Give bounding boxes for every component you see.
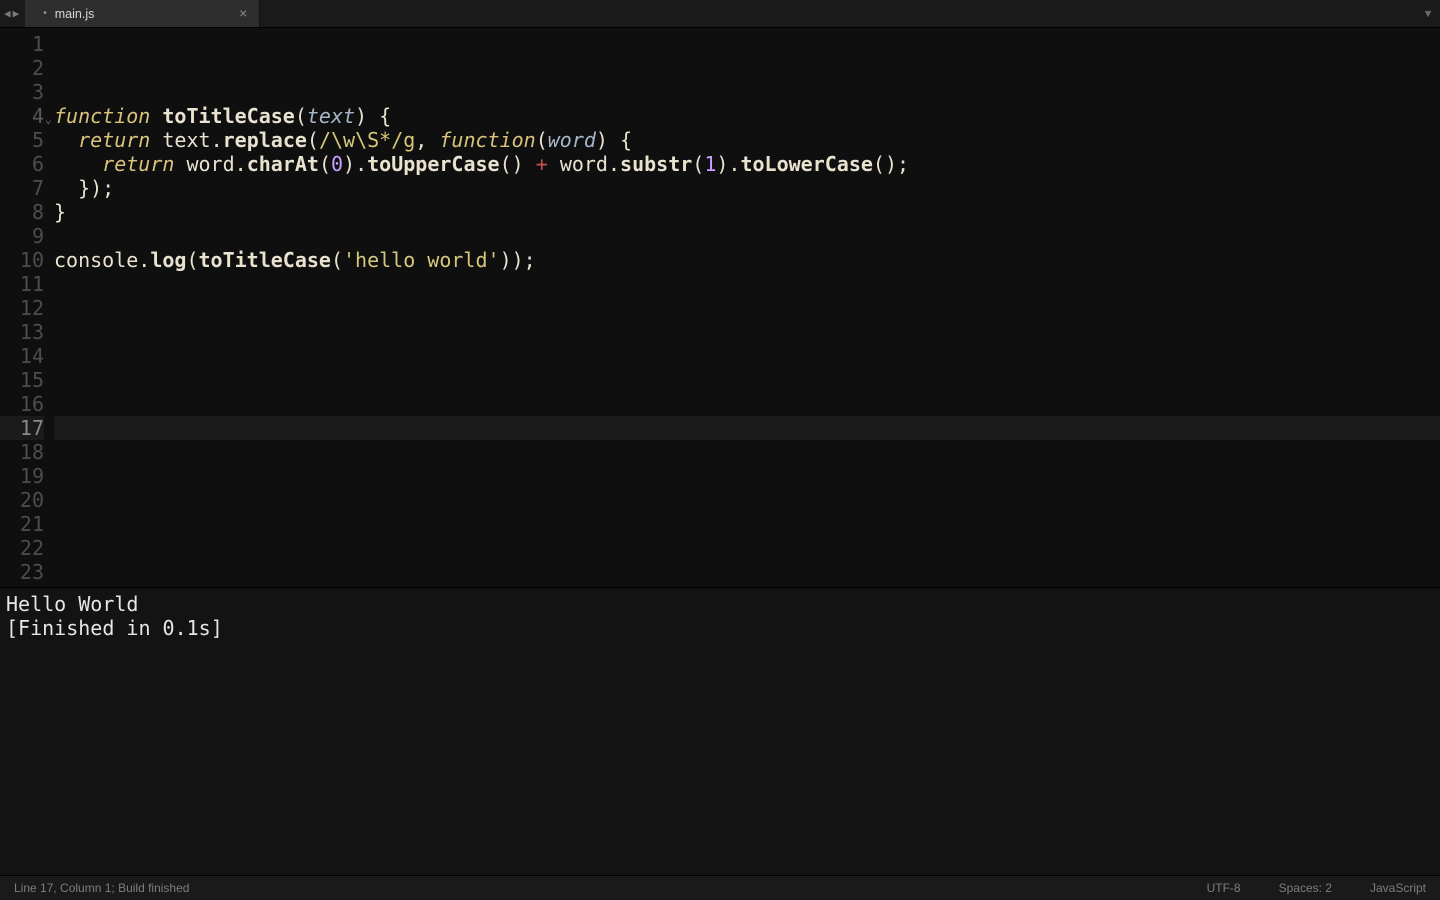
line-number[interactable]: 8 xyxy=(0,200,44,224)
code-line[interactable]: return text.replace(/\w\S*/g, function(w… xyxy=(54,128,1440,152)
line-number[interactable]: 22 xyxy=(0,536,44,560)
line-number-gutter[interactable]: 1234⌄567891011121314151617181920212223 xyxy=(0,28,54,587)
tab-close-icon[interactable]: × xyxy=(239,5,247,21)
code-line[interactable] xyxy=(54,392,1440,416)
line-number[interactable]: 2 xyxy=(0,56,44,80)
code-line[interactable] xyxy=(54,416,1440,440)
code-line[interactable] xyxy=(54,320,1440,344)
status-syntax[interactable]: JavaScript xyxy=(1370,881,1426,895)
code-line[interactable] xyxy=(54,560,1440,584)
line-number[interactable]: 3 xyxy=(0,80,44,104)
code-line[interactable]: }); xyxy=(54,176,1440,200)
line-number[interactable]: 7 xyxy=(0,176,44,200)
line-number[interactable]: 10 xyxy=(0,248,44,272)
line-number[interactable]: 18 xyxy=(0,440,44,464)
status-indentation[interactable]: Spaces: 2 xyxy=(1279,881,1332,895)
status-bar: Line 17, Column 1; Build finished UTF-8 … xyxy=(0,875,1440,900)
code-line[interactable] xyxy=(54,512,1440,536)
line-number[interactable]: 16 xyxy=(0,392,44,416)
code-area[interactable]: function toTitleCase(text) { return text… xyxy=(54,28,1440,587)
line-number[interactable]: 9 xyxy=(0,224,44,248)
code-line[interactable]: console.log(toTitleCase('hello world')); xyxy=(54,248,1440,272)
tab-title: main.js xyxy=(55,7,95,21)
code-line[interactable] xyxy=(54,344,1440,368)
code-line[interactable] xyxy=(54,488,1440,512)
line-number[interactable]: 1 xyxy=(0,32,44,56)
console-line: Hello World xyxy=(6,592,1434,616)
build-output-panel[interactable]: Hello World[Finished in 0.1s] xyxy=(0,587,1440,875)
code-line[interactable] xyxy=(54,224,1440,248)
line-number[interactable]: 14 xyxy=(0,344,44,368)
nav-forward-icon[interactable]: ▶ xyxy=(13,7,20,20)
code-line[interactable]: } xyxy=(54,200,1440,224)
tab-dirty-indicator-icon: • xyxy=(43,8,47,19)
code-line[interactable] xyxy=(54,464,1440,488)
line-number[interactable]: 15 xyxy=(0,368,44,392)
console-line: [Finished in 0.1s] xyxy=(6,616,1434,640)
code-line[interactable] xyxy=(54,536,1440,560)
status-encoding[interactable]: UTF-8 xyxy=(1207,881,1241,895)
line-number[interactable]: 13 xyxy=(0,320,44,344)
code-line[interactable] xyxy=(54,440,1440,464)
line-number[interactable]: 17 xyxy=(0,416,44,440)
code-line[interactable] xyxy=(54,296,1440,320)
line-number[interactable]: 12 xyxy=(0,296,44,320)
line-number[interactable]: 20 xyxy=(0,488,44,512)
fold-caret-icon[interactable]: ⌄ xyxy=(45,107,52,131)
code-line[interactable] xyxy=(54,56,1440,80)
line-number[interactable]: 19 xyxy=(0,464,44,488)
line-number[interactable]: 23 xyxy=(0,560,44,584)
code-line[interactable] xyxy=(54,368,1440,392)
line-number[interactable]: 21 xyxy=(0,512,44,536)
line-number[interactable]: 11 xyxy=(0,272,44,296)
line-number[interactable]: 4⌄ xyxy=(0,104,44,128)
code-line[interactable]: return word.charAt(0).toUpperCase() + wo… xyxy=(54,152,1440,176)
code-line[interactable] xyxy=(54,80,1440,104)
tab-bar: ◀ ▶ • main.js × ▼ xyxy=(0,0,1440,28)
line-number[interactable]: 6 xyxy=(0,152,44,176)
tabbar-spacer xyxy=(260,0,1416,27)
line-number[interactable]: 5 xyxy=(0,128,44,152)
code-line[interactable] xyxy=(54,32,1440,56)
code-editor[interactable]: 1234⌄567891011121314151617181920212223 f… xyxy=(0,28,1440,587)
tab-main-js[interactable]: • main.js × xyxy=(25,0,260,27)
code-line[interactable]: function toTitleCase(text) { xyxy=(54,104,1440,128)
tab-overflow-menu-icon[interactable]: ▼ xyxy=(1416,0,1440,27)
nav-back-icon[interactable]: ◀ xyxy=(4,7,11,20)
code-line[interactable] xyxy=(54,272,1440,296)
tab-nav-arrows: ◀ ▶ xyxy=(0,0,25,27)
status-cursor-position[interactable]: Line 17, Column 1; Build finished xyxy=(14,881,1169,895)
